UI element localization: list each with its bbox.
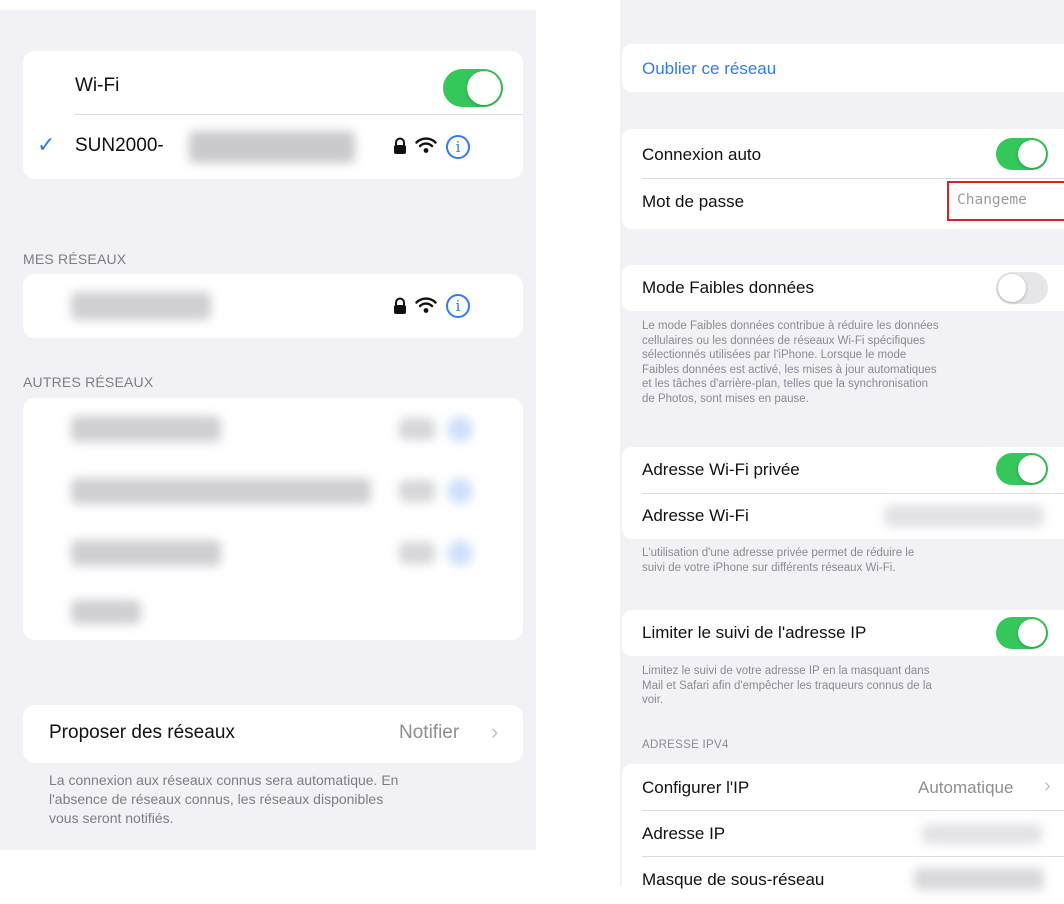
low-data-label: Mode Faibles données <box>642 278 815 297</box>
limit-ip-label: Limiter le suivi de l'adresse IP <box>642 623 867 642</box>
private-address-label: Adresse Wi-Fi privée <box>642 460 800 479</box>
forget-network-button[interactable]: Oublier ce réseau <box>642 59 776 79</box>
password-value: Changeme <box>957 192 1027 208</box>
redacted-network-name <box>71 292 211 320</box>
my-network-row[interactable]: i <box>23 274 523 338</box>
redacted-ssid <box>189 131 355 163</box>
propose-networks-label: Proposer des réseaux <box>49 722 235 743</box>
info-icon[interactable]: i <box>446 135 470 159</box>
auto-join-label: Connexion auto <box>642 145 762 164</box>
wifi-list-screen: Wi-Fi ✓ SUN2000- i MES RÉSEAUX i AUTRES … <box>0 10 536 850</box>
limit-ip-footer: Limitez le suivi de votre adresse IP en … <box>642 665 932 706</box>
other-network-row[interactable] <box>23 398 523 460</box>
password-label: Mot de passe <box>642 192 745 211</box>
other-network-row[interactable] <box>23 460 523 522</box>
limit-ip-card: Limiter le suivi de l'adresse IP <box>622 610 1064 656</box>
lock-icon <box>393 137 407 160</box>
redacted-ip-address <box>922 824 1042 844</box>
my-networks-card: i <box>23 274 523 338</box>
other-network-row[interactable] <box>23 584 523 640</box>
lock-icon <box>393 297 407 320</box>
private-address-footer: L'utilisation d'une adresse privée perme… <box>642 547 915 574</box>
other-networks-card <box>23 398 523 640</box>
checkmark-icon: ✓ <box>37 132 56 157</box>
ipv4-card: Configurer l'IP Automatique › Adresse IP… <box>622 764 1064 904</box>
forget-card: Oublier ce réseau <box>622 44 1064 92</box>
wifi-address-label: Adresse Wi-Fi <box>642 506 749 525</box>
chevron-right-icon: › <box>1044 775 1051 797</box>
connected-network-ssid: SUN2000- <box>75 135 164 156</box>
connected-network-row[interactable]: ✓ SUN2000- i <box>23 115 523 179</box>
propose-networks-value: Notifier <box>399 722 460 743</box>
private-address-toggle[interactable] <box>996 453 1048 485</box>
redacted-wifi-address <box>884 505 1044 527</box>
other-network-row[interactable] <box>23 522 523 584</box>
subnet-label: Masque de sous-réseau <box>642 870 825 889</box>
ipv4-header: ADRESSE IPV4 <box>642 739 729 751</box>
configure-ip-row[interactable]: Configurer l'IP Automatique › <box>622 764 1064 810</box>
configure-ip-label: Configurer l'IP <box>642 778 750 797</box>
private-address-card: Adresse Wi-Fi privée Adresse Wi-Fi <box>622 447 1064 539</box>
limit-ip-toggle[interactable] <box>996 617 1048 649</box>
info-icon[interactable]: i <box>446 294 470 318</box>
network-details-screen: Oublier ce réseau Connexion auto Mot de … <box>620 0 1064 904</box>
low-data-card: Mode Faibles données <box>622 265 1064 311</box>
wifi-toggle[interactable] <box>443 69 503 107</box>
my-networks-header: MES RÉSEAUX <box>23 251 127 267</box>
password-field-highlight[interactable]: Changeme <box>947 181 1064 221</box>
wifi-signal-icon <box>415 137 437 159</box>
other-networks-header: AUTRES RÉSEAUX <box>23 374 154 390</box>
configure-ip-value: Automatique <box>918 778 1014 797</box>
auto-join-toggle[interactable] <box>996 138 1048 170</box>
propose-networks-footer: La connexion aux réseaux connus sera aut… <box>49 772 399 826</box>
wifi-label: Wi-Fi <box>75 75 120 96</box>
redacted-subnet <box>914 868 1044 890</box>
low-data-footer: Le mode Faibles données contribue à rédu… <box>642 320 939 405</box>
chevron-right-icon: › <box>491 719 499 744</box>
wifi-card: Wi-Fi ✓ SUN2000- i <box>23 51 523 179</box>
low-data-toggle[interactable] <box>996 272 1048 304</box>
ip-address-label: Adresse IP <box>642 824 726 843</box>
wifi-signal-icon <box>415 297 437 319</box>
propose-networks-card[interactable]: Proposer des réseaux Notifier › <box>23 705 523 763</box>
